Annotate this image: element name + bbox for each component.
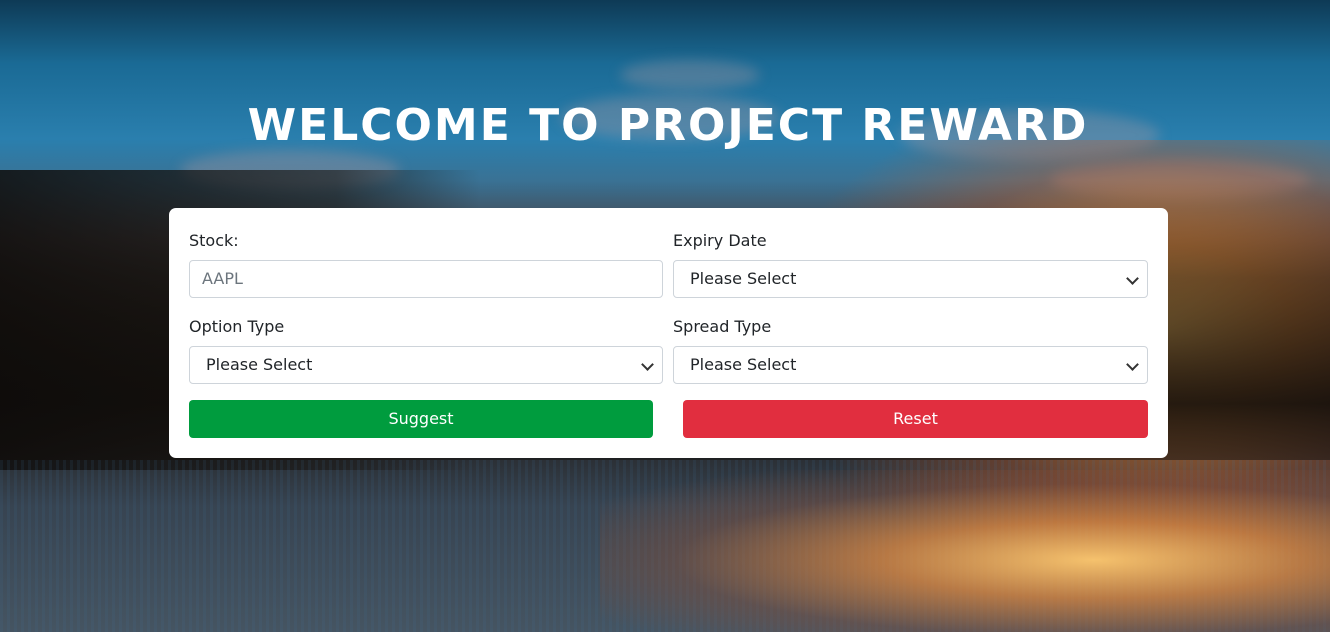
stock-input[interactable]: AAPL xyxy=(189,260,663,298)
stock-label: Stock: xyxy=(189,231,239,250)
expiry-date-value: Please Select xyxy=(690,269,797,288)
page-title: WELCOME TO PROJECT REWARD xyxy=(247,100,1089,151)
expiry-date-select[interactable]: Please Select xyxy=(673,260,1148,298)
suggest-button[interactable]: Suggest xyxy=(189,400,653,438)
spread-type-label: Spread Type xyxy=(673,317,772,336)
chevron-down-icon xyxy=(1126,272,1139,285)
chevron-down-icon xyxy=(641,358,654,371)
stock-input-placeholder: AAPL xyxy=(202,269,243,288)
spread-type-value: Please Select xyxy=(690,355,797,374)
reset-button[interactable]: Reset xyxy=(683,400,1148,438)
option-type-label: Option Type xyxy=(189,317,285,336)
suggestion-form: Stock: AAPL Expiry Date Please Select Op… xyxy=(169,208,1168,458)
spread-type-select[interactable]: Please Select xyxy=(673,346,1148,384)
option-type-select[interactable]: Please Select xyxy=(189,346,663,384)
option-type-value: Please Select xyxy=(206,355,313,374)
expiry-date-label: Expiry Date xyxy=(673,231,767,250)
chevron-down-icon xyxy=(1126,358,1139,371)
